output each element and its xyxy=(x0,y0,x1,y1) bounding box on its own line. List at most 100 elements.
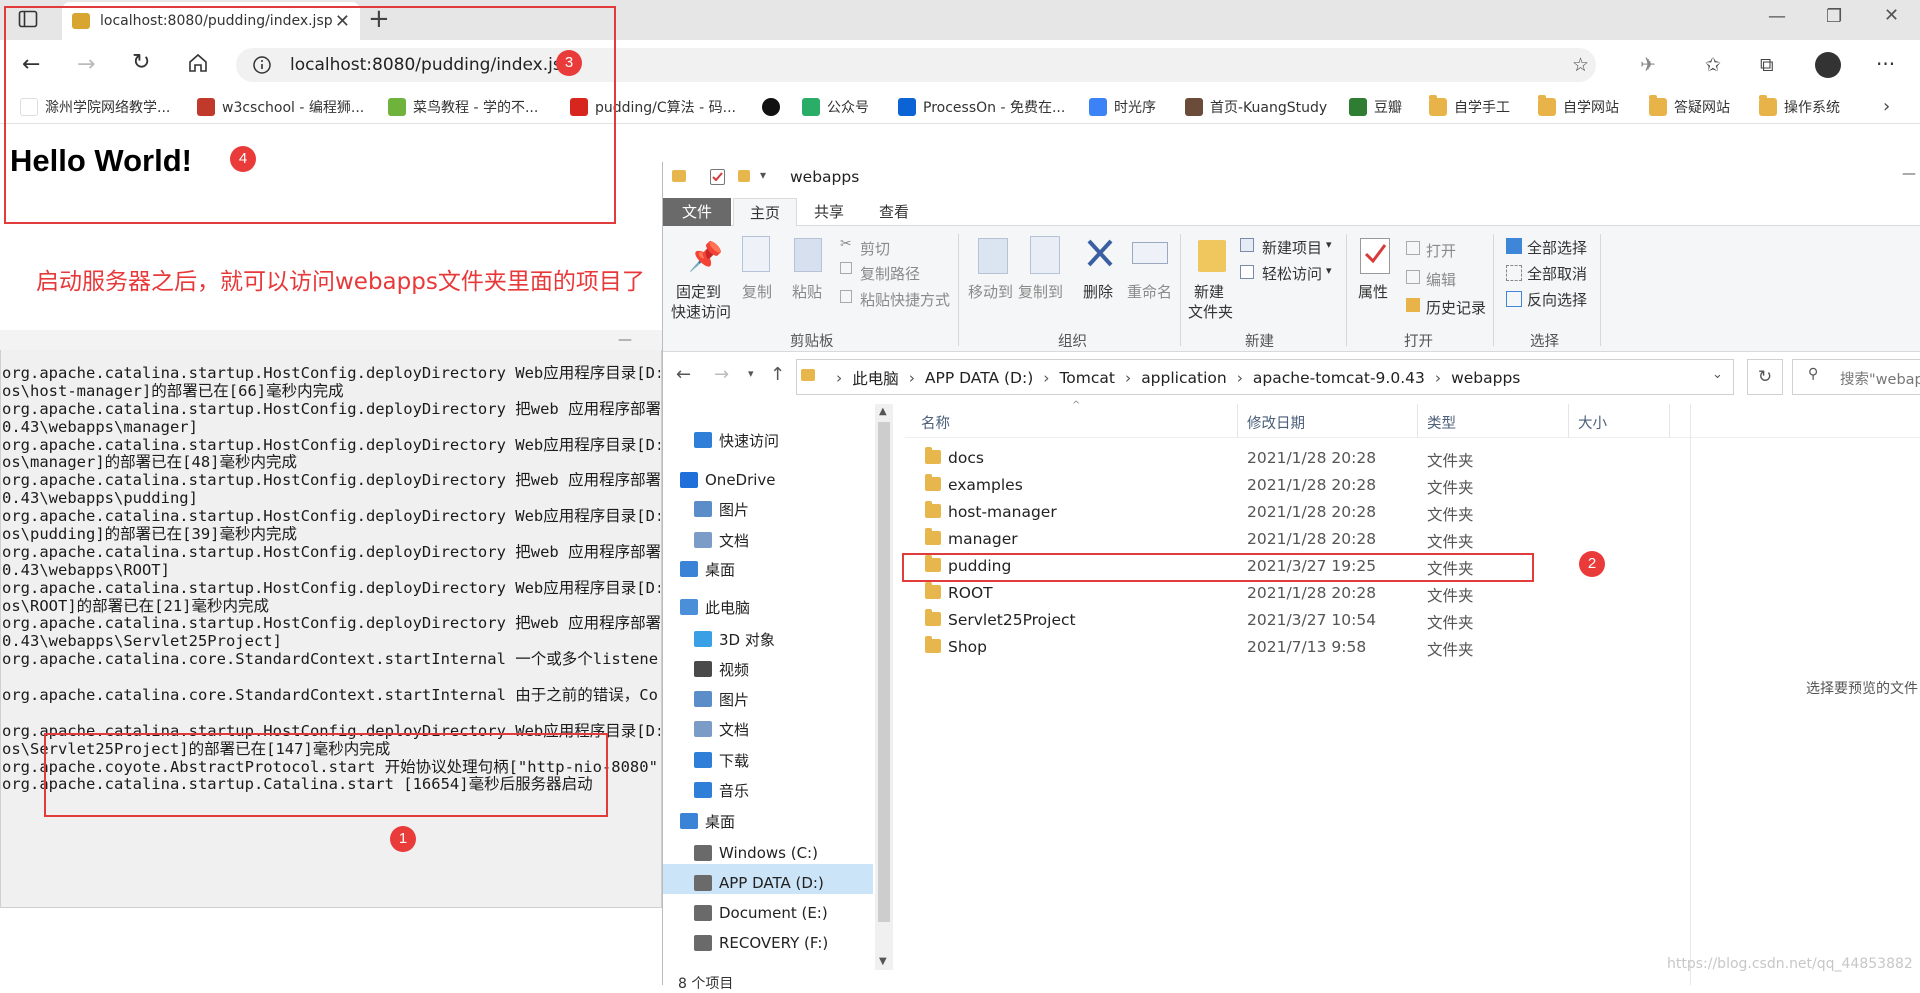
favorite-item[interactable]: 答疑网站 xyxy=(1649,95,1730,119)
tab-home[interactable]: 主页 xyxy=(733,198,797,226)
up-icon[interactable]: ↑ xyxy=(770,364,785,385)
copy-button[interactable]: 复制 xyxy=(742,281,772,302)
cut-button[interactable]: 剪切 xyxy=(860,238,890,259)
nav-item[interactable]: 桌面 xyxy=(668,554,873,584)
minimize-window-icon[interactable]: — xyxy=(1768,6,1786,27)
move-to-button[interactable]: 移动到 xyxy=(968,281,1013,302)
breadcrumb-item[interactable]: APP DATA (D:) xyxy=(925,369,1033,387)
column-separator[interactable] xyxy=(1669,404,1670,438)
rename-button[interactable]: 重命名 xyxy=(1127,281,1172,302)
nav-item[interactable]: 桌面 xyxy=(668,806,873,836)
breadcrumb-separator-icon[interactable]: › xyxy=(1237,369,1243,387)
breadcrumb-separator-icon[interactable]: › xyxy=(1125,369,1131,387)
column-separator[interactable] xyxy=(1417,404,1418,438)
file-row[interactable]: Shop 2021/7/13 9:58 文件夹 xyxy=(905,634,1565,661)
favorite-item[interactable] xyxy=(762,95,787,119)
copy-to-button[interactable]: 复制到 xyxy=(1018,281,1063,302)
favorite-item[interactable]: 自学网站 xyxy=(1538,95,1619,119)
maximize-window-icon[interactable]: ❐ xyxy=(1826,6,1842,27)
select-none-button[interactable]: 全部取消 xyxy=(1527,263,1587,284)
file-row[interactable]: host-manager 2021/1/28 20:28 文件夹 xyxy=(905,499,1565,526)
nav-item[interactable]: 3D 对象 xyxy=(668,624,873,654)
nav-item[interactable]: 音乐 xyxy=(668,775,873,805)
nav-item[interactable]: 此电脑 xyxy=(668,592,873,622)
select-all-button[interactable]: 全部选择 xyxy=(1527,237,1587,258)
column-type[interactable]: 类型 xyxy=(1427,412,1456,433)
nav-item[interactable]: Windows (C:) xyxy=(668,838,873,868)
open-button[interactable]: 打开 xyxy=(1426,240,1456,261)
console-minimize[interactable]: — xyxy=(618,332,632,348)
delete-button[interactable]: 删除 xyxy=(1083,281,1113,302)
nav-item[interactable]: 下载 xyxy=(668,745,873,775)
nav-item[interactable]: 文档 xyxy=(668,525,873,555)
chevron-right-icon[interactable]: › xyxy=(1883,96,1890,117)
breadcrumb-separator-icon[interactable]: › xyxy=(836,369,842,387)
new-folder-button[interactable]: 新建 xyxy=(1194,281,1224,302)
breadcrumb-item[interactable]: webapps xyxy=(1451,369,1520,387)
chevron-down-icon[interactable]: ⌄ xyxy=(1712,367,1723,382)
breadcrumb-separator-icon[interactable]: › xyxy=(909,369,915,387)
new-item-dropdown-icon[interactable]: ▾ xyxy=(1326,238,1332,251)
nav-item[interactable]: 视频 xyxy=(668,654,873,684)
favorite-item[interactable]: 操作系统 xyxy=(1759,95,1840,119)
column-name[interactable]: 名称 xyxy=(921,412,950,433)
nav-item[interactable]: RECOVERY (F:) xyxy=(668,928,873,958)
refresh-folder-icon[interactable]: ↻ xyxy=(1747,359,1783,395)
breadcrumb-separator-icon[interactable]: › xyxy=(1043,369,1049,387)
explorer-back-icon[interactable]: ← xyxy=(676,364,691,385)
pin-label-2[interactable]: 快速访问 xyxy=(671,301,731,322)
new-folder-label-2[interactable]: 文件夹 xyxy=(1188,301,1233,322)
favorite-item[interactable]: ProcessOn - 免费在... xyxy=(898,95,1065,119)
file-row[interactable]: docs 2021/1/28 20:28 文件夹 xyxy=(905,445,1565,472)
easy-access-button[interactable]: 轻松访问 xyxy=(1262,263,1322,284)
tab-view[interactable]: 查看 xyxy=(862,198,926,226)
recent-locations-icon[interactable]: ▾ xyxy=(748,367,754,380)
add-favorite-icon[interactable]: ☆ xyxy=(1572,54,1589,76)
profile-avatar[interactable] xyxy=(1815,52,1841,78)
history-button[interactable]: 历史记录 xyxy=(1426,297,1486,318)
extension-icon[interactable]: ✈ xyxy=(1640,54,1656,76)
properties-qa-icon[interactable] xyxy=(710,169,725,185)
settings-menu-icon[interactable]: ··· xyxy=(1876,52,1895,76)
tab-file[interactable]: 文件 xyxy=(663,198,731,226)
tab-share[interactable]: 共享 xyxy=(797,198,861,226)
new-item-button[interactable]: 新建项目 xyxy=(1262,237,1322,258)
qa-dropdown-icon[interactable]: ▾ xyxy=(760,168,766,182)
edit-button[interactable]: 编辑 xyxy=(1426,269,1456,290)
favorite-item[interactable]: 公众号 xyxy=(802,95,869,119)
pin-label[interactable]: 固定到 xyxy=(676,281,721,302)
breadcrumb-item[interactable]: apache-tomcat-9.0.43 xyxy=(1253,369,1425,387)
nav-item[interactable]: 文档 xyxy=(668,714,873,744)
favorite-item[interactable]: 首页-KuangStudy xyxy=(1185,95,1327,119)
file-row[interactable]: manager 2021/1/28 20:28 文件夹 xyxy=(905,526,1565,553)
scroll-up-icon[interactable]: ▲ xyxy=(879,406,887,417)
column-date[interactable]: 修改日期 xyxy=(1247,412,1305,433)
breadcrumb-separator-icon[interactable]: › xyxy=(1435,369,1441,387)
file-row[interactable]: examples 2021/1/28 20:28 文件夹 xyxy=(905,472,1565,499)
explorer-minimize-icon[interactable]: — xyxy=(1902,166,1916,182)
nav-item[interactable]: 快速访问 xyxy=(668,425,873,455)
breadcrumb-item[interactable]: Tomcat xyxy=(1059,369,1115,387)
nav-item[interactable]: 图片 xyxy=(668,494,873,524)
new-folder-qa-icon[interactable] xyxy=(738,170,750,182)
scroll-down-icon[interactable]: ▼ xyxy=(879,956,887,967)
paste-button[interactable]: 粘贴 xyxy=(792,281,822,302)
file-row[interactable]: ROOT 2021/1/28 20:28 文件夹 xyxy=(905,580,1565,607)
nav-item[interactable]: Document (E:) xyxy=(668,898,873,928)
copy-path-button[interactable]: 复制路径 xyxy=(860,263,920,284)
nav-item[interactable]: 图片 xyxy=(668,684,873,714)
favorite-item[interactable]: 自学手工 xyxy=(1429,95,1510,119)
properties-button[interactable]: 属性 xyxy=(1358,281,1388,302)
easy-access-dropdown-icon[interactable]: ▾ xyxy=(1326,264,1332,277)
close-window-icon[interactable]: ✕ xyxy=(1884,5,1899,26)
explorer-forward-icon[interactable]: → xyxy=(714,364,729,385)
favorites-icon[interactable]: ✩ xyxy=(1705,54,1721,76)
breadcrumb-item[interactable]: 此电脑 xyxy=(852,367,899,389)
favorite-item[interactable]: 时光序 xyxy=(1089,95,1156,119)
invert-selection-button[interactable]: 反向选择 xyxy=(1527,289,1587,310)
collections-icon[interactable]: ⧉ xyxy=(1760,54,1774,76)
nav-item[interactable]: APP DATA (D:) xyxy=(668,868,873,898)
favorite-item[interactable]: 豆瓣 xyxy=(1349,95,1402,119)
column-separator[interactable] xyxy=(1237,404,1238,438)
nav-item[interactable]: OneDrive xyxy=(668,465,873,495)
